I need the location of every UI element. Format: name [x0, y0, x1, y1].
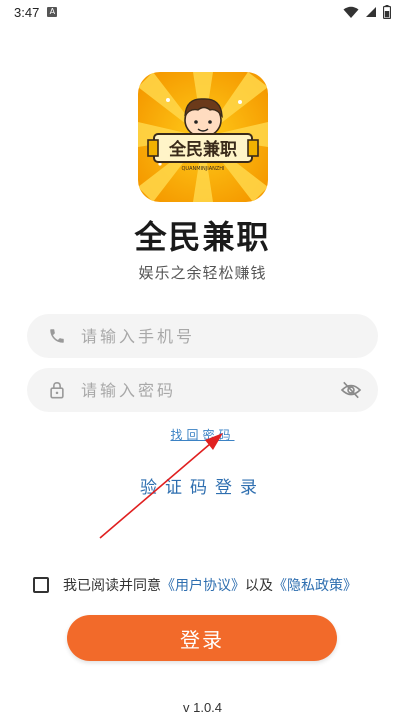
- logo-text: 全民兼职: [168, 139, 237, 160]
- battery-icon: [383, 5, 391, 19]
- app-slogan: 娱乐之余轻松赚钱: [138, 264, 267, 282]
- app-logo: 全民兼职 QUANMINJIANZHI: [138, 72, 268, 202]
- logo-subtext: QUANMINJIANZHI: [181, 166, 224, 172]
- phone-field[interactable]: [27, 314, 378, 358]
- login-button[interactable]: 登录: [67, 615, 337, 661]
- agreement-checkbox[interactable]: [33, 577, 49, 593]
- privacy-policy-link[interactable]: 《隐私政策》: [273, 575, 357, 595]
- status-icons: [343, 5, 391, 19]
- version-label: v 1.0.4: [182, 700, 223, 715]
- cellular-signal-icon: [366, 7, 376, 17]
- agreement-and: 以及: [245, 578, 273, 594]
- phone-input[interactable]: [81, 326, 364, 346]
- sms-login-link[interactable]: 验证码登录: [0, 473, 405, 498]
- status-time: 3:47: [14, 4, 40, 20]
- wifi-icon: [343, 6, 359, 18]
- eye-off-icon[interactable]: [338, 377, 364, 403]
- phone-icon: [47, 326, 67, 346]
- forgot-password-link[interactable]: 找回密码: [0, 426, 405, 443]
- agreement-prefix: 我已阅读并同意: [63, 578, 161, 594]
- user-agreement-link[interactable]: 《用户协议》: [161, 575, 245, 595]
- notification-icon: A: [47, 7, 58, 17]
- agreement-row: 我已阅读并同意 《用户协议》 以及 《隐私政策》: [33, 574, 393, 596]
- status-bar: 3:47 A: [0, 0, 405, 24]
- password-input[interactable]: [81, 380, 338, 400]
- password-field[interactable]: [27, 368, 378, 412]
- lock-icon: [47, 380, 67, 400]
- app-name: 全民兼职: [134, 218, 271, 256]
